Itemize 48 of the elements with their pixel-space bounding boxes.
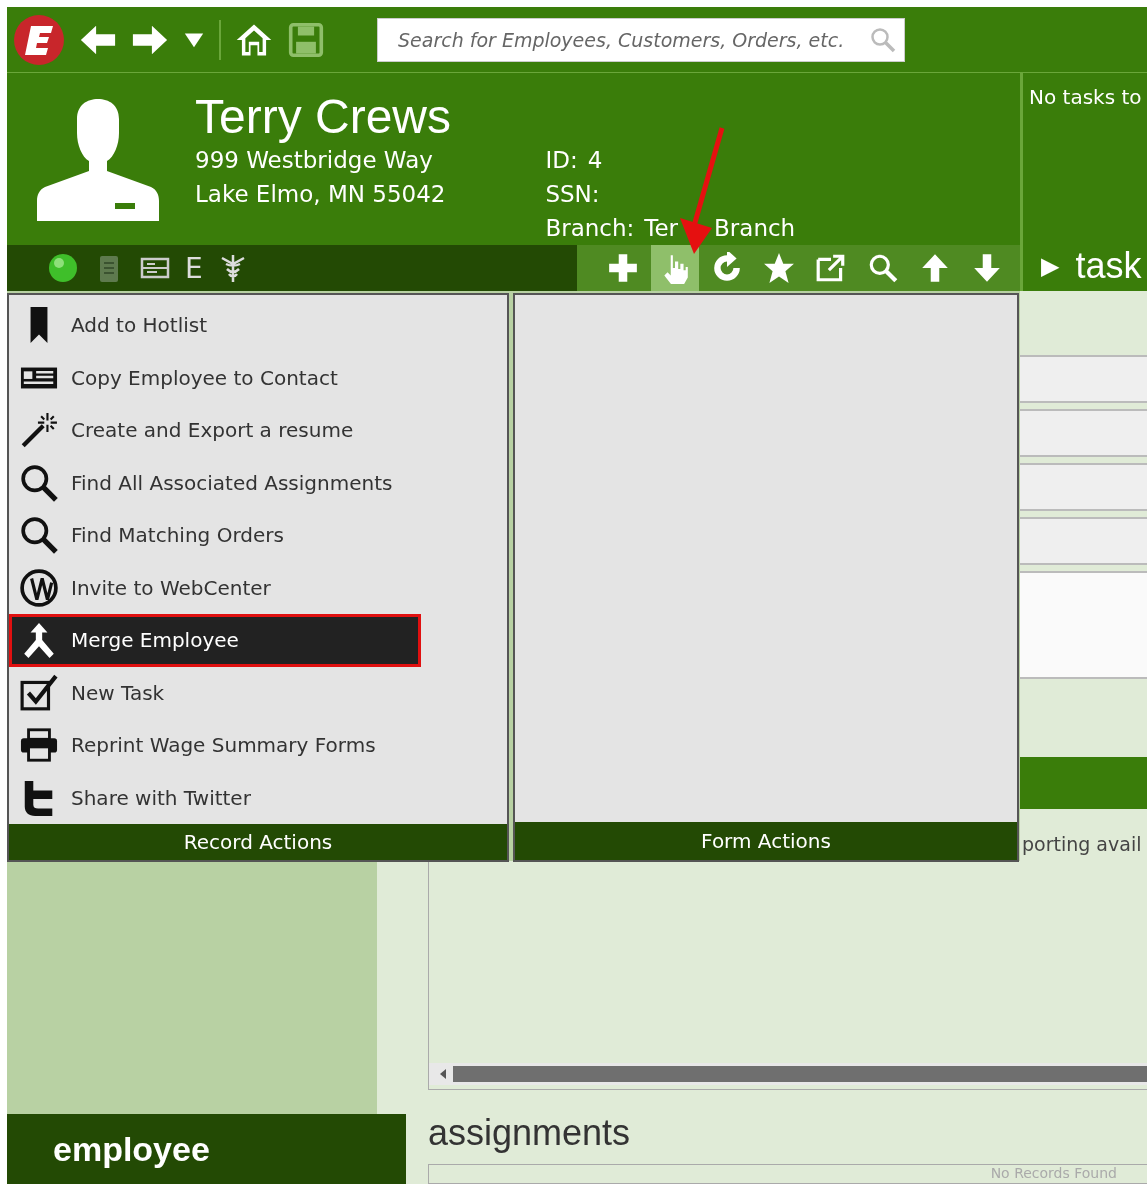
tasks-toggle[interactable]: ▶ [1041,252,1060,280]
tasks-message: No tasks to [1029,85,1143,109]
plus-icon [607,252,639,284]
empty-message: No Records Found [990,1165,1117,1181]
status-letter[interactable]: E [185,251,203,285]
magic-wand-icon [20,411,58,450]
section-title: assignments [428,1112,632,1154]
search-icon [870,26,896,53]
id-label: ID: [545,146,578,175]
reporting-text: porting avail [1021,833,1143,855]
menu-item[interactable]: Find All Associated Assignments [9,456,421,509]
menu-item[interactable]: Add to Hotlist [9,299,421,352]
app-logo-icon[interactable] [13,13,65,66]
checkbox-icon [20,673,58,712]
actions-button[interactable] [651,245,699,291]
id-value: 4 [587,146,603,175]
menu-item[interactable]: Share with Twitter [9,771,421,824]
scroll-left-icon[interactable] [439,1068,447,1080]
menu-item[interactable]: Invite to WebCenter [9,561,421,614]
record-name: Terry Crews [195,91,452,143]
branch-value: Branch [714,214,796,243]
horizontal-scrollbar[interactable] [429,1063,1147,1085]
scrollbar-thumb[interactable] [453,1066,1147,1082]
branch-value: Ter [644,214,679,243]
ssn-label: SSN: [545,180,600,209]
search-icon [20,516,58,555]
panel-title: Record Actions [9,824,507,860]
export-icon [815,252,847,284]
menu-item[interactable]: Copy Employee to Contact [9,351,421,404]
search-icon [20,463,58,502]
sidebar-section[interactable]: employee [7,1114,406,1184]
printer-icon [20,726,58,765]
menu-item[interactable]: New Task [9,666,421,719]
save-icon[interactable] [287,21,325,58]
menu-item[interactable]: Create and Export a resume [9,404,421,457]
status-dot-icon[interactable] [47,252,79,284]
search-field[interactable]: Search for Employees, Customers, Orders, etc. [377,17,905,62]
menu-item[interactable]: Merge Employee [9,614,421,667]
menu-item[interactable]: Find Matching Orders [9,509,421,562]
search-icon [867,252,899,284]
address-line: 999 Westbridge Way [195,146,434,175]
panel-title: Form Actions [515,822,1017,860]
tasks-label: task [1075,245,1142,287]
address-line: Lake Elmo, MN 55042 [195,180,446,209]
menu-item[interactable]: Reprint Wage Summary Forms [9,719,421,772]
star-icon [763,252,795,284]
branch-label: Branch: [545,214,635,243]
refresh-icon [711,252,743,284]
